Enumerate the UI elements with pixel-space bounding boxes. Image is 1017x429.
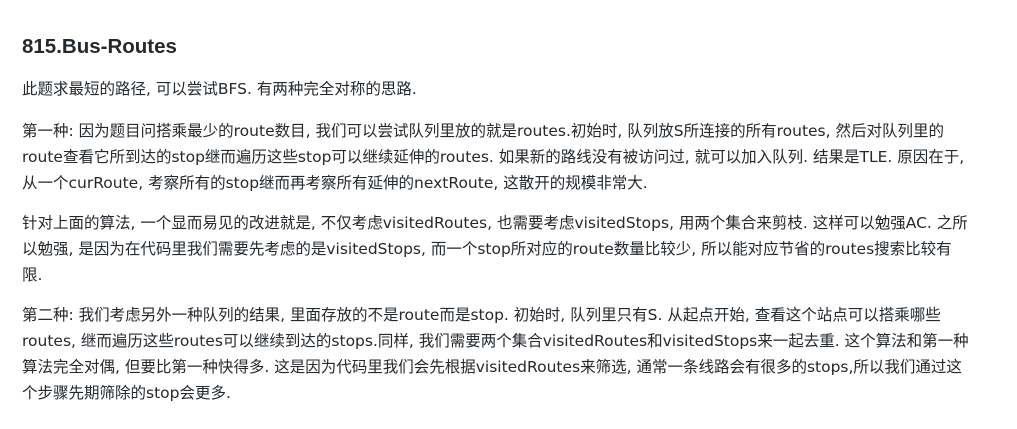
paragraph-method-one: 第一种: 因为题目问搭乘最少的route数目, 我们可以尝试队列里放的就是rou… — [22, 122, 965, 192]
document: 815.Bus-Routes 此题求最短的路径, 可以尝试BFS. 有两种完全对… — [0, 0, 1017, 429]
page-title: 815.Bus-Routes — [22, 35, 177, 58]
paragraph-improvement: 针对上面的算法, 一个显而易见的改进就是, 不仅考虑visitedRoutes,… — [22, 214, 968, 284]
paragraph-method-two: 第二种: 我们考虑另外一种队列的结果, 里面存放的不是route而是stop. … — [22, 306, 969, 402]
paragraph-intro: 此题求最短的路径, 可以尝试BFS. 有两种完全对称的思路. — [22, 80, 417, 98]
